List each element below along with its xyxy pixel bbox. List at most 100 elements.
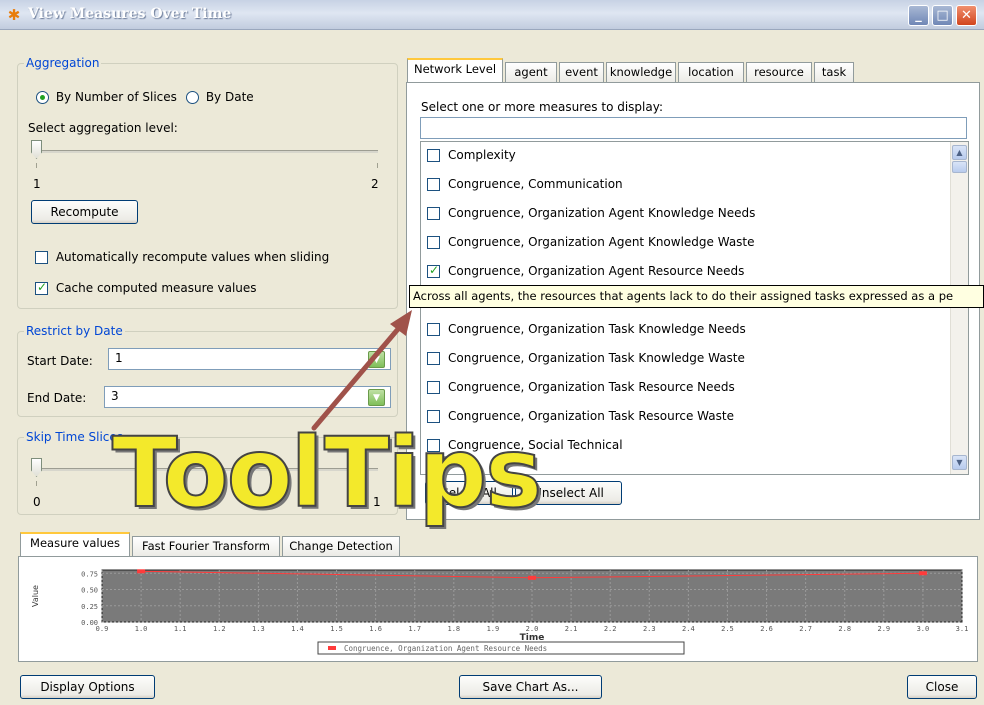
- radio-unselected-icon: [186, 91, 199, 104]
- tab-knowledge[interactable]: knowledge: [606, 62, 676, 82]
- radio-selected-icon: [36, 91, 49, 104]
- aggregation-min-label: 1: [33, 177, 41, 191]
- chart-x-tick-label: 2.2: [604, 625, 617, 633]
- chart-x-tick-label: 2.8: [838, 625, 851, 633]
- measure-item-label: Complexity: [448, 148, 516, 162]
- scroll-thumb[interactable]: [952, 161, 967, 173]
- chart-x-tick-label: 2.5: [721, 625, 734, 633]
- radio-by-date[interactable]: By Date: [186, 90, 254, 104]
- tab-location[interactable]: location: [678, 62, 744, 82]
- checkbox-icon[interactable]: [427, 207, 440, 220]
- measure-item-label: Congruence, Organization Agent Knowledge…: [448, 235, 755, 249]
- chart-y-axis-label: Value: [31, 585, 40, 607]
- tab-task[interactable]: task: [814, 62, 854, 82]
- chart-x-tick-label: 1.9: [487, 625, 500, 633]
- end-date-label: End Date:: [27, 391, 87, 405]
- tab-resource[interactable]: resource: [746, 62, 812, 82]
- scroll-up-icon[interactable]: ▲: [952, 145, 967, 160]
- maximize-button[interactable]: □: [932, 5, 953, 26]
- tab-agent[interactable]: agent: [505, 62, 557, 82]
- close-button[interactable]: Close: [907, 675, 977, 699]
- tab-change-detection[interactable]: Change Detection: [282, 536, 400, 556]
- title-bar: ✱ View Measures Over Time _ □ ✕: [0, 0, 984, 30]
- measure-list-item[interactable]: Congruence, Organization Task Resource N…: [421, 374, 968, 403]
- measure-item-label: Congruence, Organization Task Resource N…: [448, 380, 735, 394]
- chart-data-point: [137, 569, 146, 574]
- chart-legend-label: Congruence, Organization Agent Resource …: [344, 644, 547, 653]
- slider-tick: [36, 163, 37, 168]
- slider-tick: [377, 163, 378, 168]
- chart-x-tick-label: 1.3: [252, 625, 265, 633]
- measure-list-item[interactable]: Congruence, Organization Task Knowledge …: [421, 316, 968, 345]
- measure-tooltip: Across all agents, the resources that ag…: [409, 285, 984, 308]
- skip-slices-legend: Skip Time Slices: [26, 430, 124, 444]
- chart-x-tick-label: 2.3: [643, 625, 656, 633]
- measure-list-item[interactable]: Congruence, Organization Task Knowledge …: [421, 345, 968, 374]
- chart-x-tick-label: 2.1: [565, 625, 578, 633]
- measure-filter-input[interactable]: [420, 117, 967, 139]
- close-window-button[interactable]: ✕: [956, 5, 977, 26]
- chart-x-tick-label: 1.7: [408, 625, 421, 633]
- chart-x-tick-label: 2.9: [877, 625, 890, 633]
- chart-x-tick-label: 1.1: [174, 625, 187, 633]
- auto-recompute-checkbox[interactable]: Automatically recompute values when slid…: [35, 250, 329, 264]
- chart-data-point: [528, 575, 536, 580]
- overlay-word-tool: Tool: [111, 417, 325, 529]
- chart-data-point: [918, 571, 927, 576]
- measure-item-label: Congruence, Organization Task Knowledge …: [448, 351, 745, 365]
- measure-list-item[interactable]: Complexity: [421, 142, 968, 171]
- recompute-button[interactable]: Recompute: [31, 200, 138, 224]
- radio-by-slices-label: By Number of Slices: [55, 90, 177, 104]
- measure-list-item[interactable]: Congruence, Communication: [421, 171, 968, 200]
- measure-scrollbar[interactable]: ▲ ▼: [950, 142, 968, 474]
- measure-prompt: Select one or more measures to display:: [421, 100, 664, 114]
- radio-by-slices[interactable]: By Number of Slices: [36, 90, 177, 104]
- overlay-word-tips: Tips: [323, 417, 543, 529]
- chart-x-tick-label: 1.5: [330, 625, 343, 633]
- app-icon: ✱: [7, 6, 21, 24]
- measure-item-label: Congruence, Organization Task Knowledge …: [448, 322, 746, 336]
- checkbox-icon[interactable]: [427, 236, 440, 249]
- chart-x-tick-label: 2.6: [760, 625, 773, 633]
- tab-event[interactable]: event: [559, 62, 604, 82]
- restrict-date-legend: Restrict by Date: [26, 324, 123, 338]
- measure-item-label: Congruence, Communication: [448, 177, 623, 191]
- aggregation-max-label: 2: [371, 177, 379, 191]
- window-title: View Measures Over Time: [28, 6, 232, 22]
- display-options-button[interactable]: Display Options: [20, 675, 155, 699]
- slider-tick: [36, 481, 37, 486]
- start-date-label: Start Date:: [27, 354, 93, 368]
- checkbox-icon[interactable]: [427, 178, 440, 191]
- aggregation-legend: Aggregation: [26, 56, 100, 70]
- checkbox-icon: [35, 251, 48, 264]
- auto-recompute-label: Automatically recompute values when slid…: [55, 250, 330, 264]
- minimize-button[interactable]: _: [908, 5, 929, 26]
- scroll-down-icon[interactable]: ▼: [952, 455, 967, 470]
- tab-fast-fourier-transform[interactable]: Fast Fourier Transform: [132, 536, 280, 556]
- tab-measure-values[interactable]: Measure values: [20, 532, 130, 556]
- measure-chart: 0.9 1.0 1.1 1.2 1.3 1.4 1.5 1.6 1.7 1.8 1.9 2.0 2.1 2…: [31, 569, 968, 655]
- chart-x-tick-label: 2.0: [526, 625, 539, 633]
- cache-values-checkbox[interactable]: Cache computed measure values: [35, 280, 257, 295]
- chart-x-tick-label: 1.0: [135, 625, 148, 633]
- measure-list-item[interactable]: Congruence, Organization Agent Knowledge…: [421, 200, 968, 229]
- aggregation-slider-track[interactable]: [36, 150, 378, 153]
- aggregation-level-label: Select aggregation level:: [28, 121, 178, 135]
- chart-y-tick-label: 0.00: [81, 619, 98, 627]
- save-chart-button[interactable]: Save Chart As...: [459, 675, 602, 699]
- tab-network-level[interactable]: Network Level: [407, 58, 503, 82]
- cache-values-label: Cache computed measure values: [55, 281, 257, 295]
- chart-x-tick-label: 1.4: [291, 625, 304, 633]
- chart-x-tick-label: 3.0: [917, 625, 930, 633]
- chart-x-tick-label: 2.4: [682, 625, 695, 633]
- chart-legend-swatch: [328, 646, 336, 650]
- measure-item-label: Congruence, Organization Agent Resource …: [448, 264, 745, 278]
- chart-x-tick-label: 1.6: [369, 625, 382, 633]
- measure-list-item[interactable]: Congruence, Organization Agent Resource …: [421, 258, 968, 287]
- chart-x-tick-label: 2.7: [799, 625, 812, 633]
- checkbox-icon[interactable]: [427, 149, 440, 162]
- chart-y-tick-label: 0.75: [81, 570, 98, 578]
- chart-y-tick-label: 0.25: [81, 603, 98, 611]
- checkbox-checked-icon[interactable]: [427, 263, 440, 278]
- measure-list-item[interactable]: Congruence, Organization Agent Knowledge…: [421, 229, 968, 258]
